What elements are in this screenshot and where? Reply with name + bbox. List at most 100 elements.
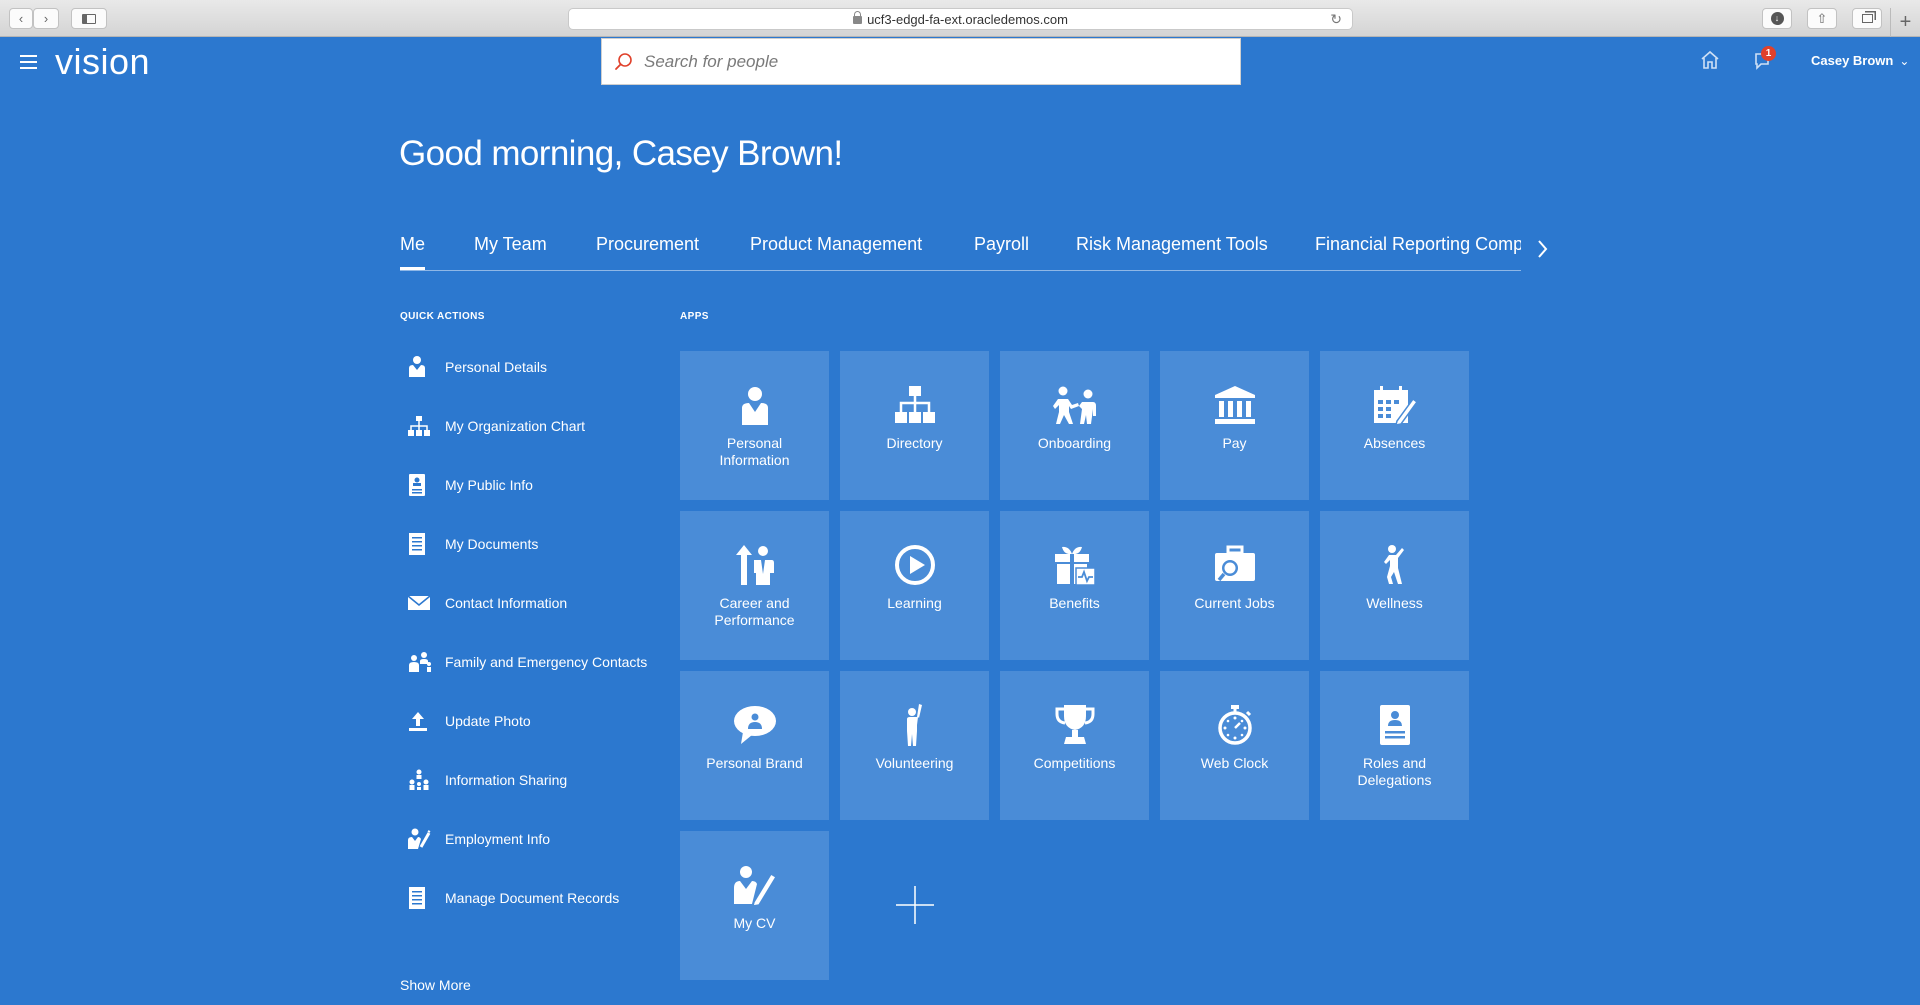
app-tile-label: My CV bbox=[733, 915, 776, 931]
app-tile-wellness[interactable]: Wellness bbox=[1320, 511, 1469, 660]
calendar-icon bbox=[1373, 383, 1417, 427]
app-tile-benefits[interactable]: Benefits bbox=[1000, 511, 1149, 660]
app-tile-label: Volunteering bbox=[875, 755, 954, 771]
people-search[interactable] bbox=[601, 38, 1241, 85]
tab-financial-reporting[interactable]: Financial Reporting Comp bbox=[1315, 234, 1521, 255]
quick-action-family-contacts[interactable]: Family and Emergency Contacts bbox=[400, 650, 647, 709]
quick-action-label: Employment Info bbox=[445, 831, 551, 847]
user-name: Casey Brown bbox=[1811, 53, 1894, 68]
search-icon bbox=[615, 52, 632, 70]
quick-action-update-photo[interactable]: Update Photo bbox=[400, 709, 647, 768]
app-tile-web-clock[interactable]: Web Clock bbox=[1160, 671, 1309, 820]
document-records-icon bbox=[400, 886, 440, 910]
document-icon bbox=[400, 532, 440, 556]
download-icon: ↓ bbox=[1770, 12, 1784, 25]
tab-product-management[interactable]: Product Management bbox=[750, 234, 922, 255]
app-tile-absences[interactable]: Absences bbox=[1320, 351, 1469, 500]
family-icon bbox=[400, 650, 440, 674]
career-icon bbox=[735, 543, 775, 587]
app-tile-label: Onboarding bbox=[1037, 435, 1112, 451]
app-tile-learning[interactable]: Learning bbox=[840, 511, 989, 660]
app-tile-label: Learning bbox=[887, 595, 942, 611]
new-tab-button[interactable]: + bbox=[1890, 8, 1920, 37]
person-icon bbox=[400, 355, 440, 379]
onboarding-icon bbox=[1052, 383, 1098, 427]
app-tile-volunteering[interactable]: Volunteering bbox=[840, 671, 989, 820]
quick-action-employment-info[interactable]: Employment Info bbox=[400, 827, 647, 886]
app-tile-competitions[interactable]: Competitions bbox=[1000, 671, 1149, 820]
app-tile-label: Directory bbox=[886, 435, 943, 451]
user-menu[interactable]: Casey Brown ⌄ bbox=[1811, 53, 1909, 68]
sidebar-toggle-button[interactable] bbox=[71, 8, 107, 29]
tabs-overview-button[interactable] bbox=[1852, 8, 1882, 29]
search-input[interactable] bbox=[644, 51, 1204, 72]
quick-actions-list: Personal Details My Organization Chart M… bbox=[400, 355, 647, 945]
quick-action-label: Update Photo bbox=[445, 713, 531, 729]
reload-icon[interactable]: ↻ bbox=[1330, 11, 1342, 28]
directory-icon bbox=[894, 383, 936, 427]
quick-action-org-chart[interactable]: My Organization Chart bbox=[400, 414, 647, 473]
tab-payroll[interactable]: Payroll bbox=[974, 234, 1029, 255]
show-more-link[interactable]: Show More bbox=[400, 977, 471, 993]
lock-icon bbox=[853, 11, 863, 24]
sidebar-icon bbox=[82, 13, 96, 24]
url-text: ucf3-edgd-fa-ext.oracledemos.com bbox=[867, 11, 1068, 27]
home-icon[interactable] bbox=[1700, 50, 1720, 70]
tab-risk-management-tools[interactable]: Risk Management Tools bbox=[1076, 234, 1268, 255]
share-button[interactable]: ⇧ bbox=[1807, 8, 1837, 29]
quick-action-information-sharing[interactable]: Information Sharing bbox=[400, 768, 647, 827]
forward-button[interactable]: › bbox=[33, 8, 59, 29]
chevron-right-icon[interactable] bbox=[1536, 238, 1550, 260]
tab-my-team[interactable]: My Team bbox=[474, 234, 547, 255]
id-card-icon bbox=[400, 473, 440, 497]
app-tile-label: Wellness bbox=[1366, 595, 1423, 611]
app-tile-label: Competitions bbox=[1033, 755, 1116, 771]
app-tile-label: Current Jobs bbox=[1194, 595, 1275, 611]
quick-actions-title: QUICK ACTIONS bbox=[400, 311, 485, 322]
org-chart-icon bbox=[400, 414, 440, 438]
springboard-tabs: Me My Team Procurement Product Managemen… bbox=[400, 226, 1521, 271]
app-tile-my-cv[interactable]: My CV bbox=[680, 831, 829, 980]
quick-action-label: Personal Details bbox=[445, 359, 547, 375]
quick-action-personal-details[interactable]: Personal Details bbox=[400, 355, 647, 414]
tab-me[interactable]: Me bbox=[400, 234, 426, 270]
app-tile-pay[interactable]: Pay bbox=[1160, 351, 1309, 500]
app-tile-label: Web Clock bbox=[1200, 755, 1269, 771]
menu-icon[interactable] bbox=[20, 55, 37, 69]
app-tile-label: Personal Information bbox=[719, 435, 790, 468]
quick-action-public-info[interactable]: My Public Info bbox=[400, 473, 647, 532]
back-button[interactable]: ‹ bbox=[9, 8, 33, 29]
quick-action-label: Contact Information bbox=[445, 595, 568, 611]
quick-action-label: My Organization Chart bbox=[445, 418, 586, 434]
app-tile-label: Absences bbox=[1363, 435, 1426, 451]
address-bar[interactable]: ucf3-edgd-fa-ext.oracledemos.com ↻ bbox=[568, 8, 1353, 30]
browser-toolbar: ‹ › ucf3-edgd-fa-ext.oracledemos.com ↻ ↓… bbox=[0, 0, 1920, 37]
upload-icon bbox=[400, 709, 440, 733]
app-logo[interactable]: vision bbox=[55, 41, 150, 83]
sharing-icon bbox=[400, 768, 440, 792]
app-tile-label: Pay bbox=[1222, 435, 1247, 451]
app-tile-onboarding[interactable]: Onboarding bbox=[1000, 351, 1149, 500]
app-tile-directory[interactable]: Directory bbox=[840, 351, 989, 500]
app-tile-label: Career and Performance bbox=[714, 595, 795, 628]
add-app-icon[interactable] bbox=[895, 885, 935, 925]
app-tile-personal-information[interactable]: Personal Information bbox=[680, 351, 829, 500]
app-tile-career-performance[interactable]: Career and Performance bbox=[680, 511, 829, 660]
quick-action-label: My Documents bbox=[445, 536, 539, 552]
quick-action-label: My Public Info bbox=[445, 477, 533, 493]
app-tile-label: Roles and Delegations bbox=[1357, 755, 1432, 788]
quick-action-manage-document-records[interactable]: Manage Document Records bbox=[400, 886, 647, 945]
app-tile-personal-brand[interactable]: Personal Brand bbox=[680, 671, 829, 820]
page-greeting: Good morning, Casey Brown! bbox=[399, 134, 843, 173]
app-tile-label: Benefits bbox=[1049, 595, 1100, 611]
downloads-button[interactable]: ↓ bbox=[1762, 8, 1792, 29]
quick-action-my-documents[interactable]: My Documents bbox=[400, 532, 647, 591]
app-tile-current-jobs[interactable]: Current Jobs bbox=[1160, 511, 1309, 660]
quick-action-label: Information Sharing bbox=[445, 772, 568, 788]
apps-title: APPS bbox=[680, 311, 709, 322]
quick-action-contact-information[interactable]: Contact Information bbox=[400, 591, 647, 650]
tab-procurement[interactable]: Procurement bbox=[596, 234, 699, 255]
badge-icon bbox=[1378, 703, 1412, 747]
envelope-icon bbox=[400, 591, 440, 615]
app-tile-roles-delegations[interactable]: Roles and Delegations bbox=[1320, 671, 1469, 820]
